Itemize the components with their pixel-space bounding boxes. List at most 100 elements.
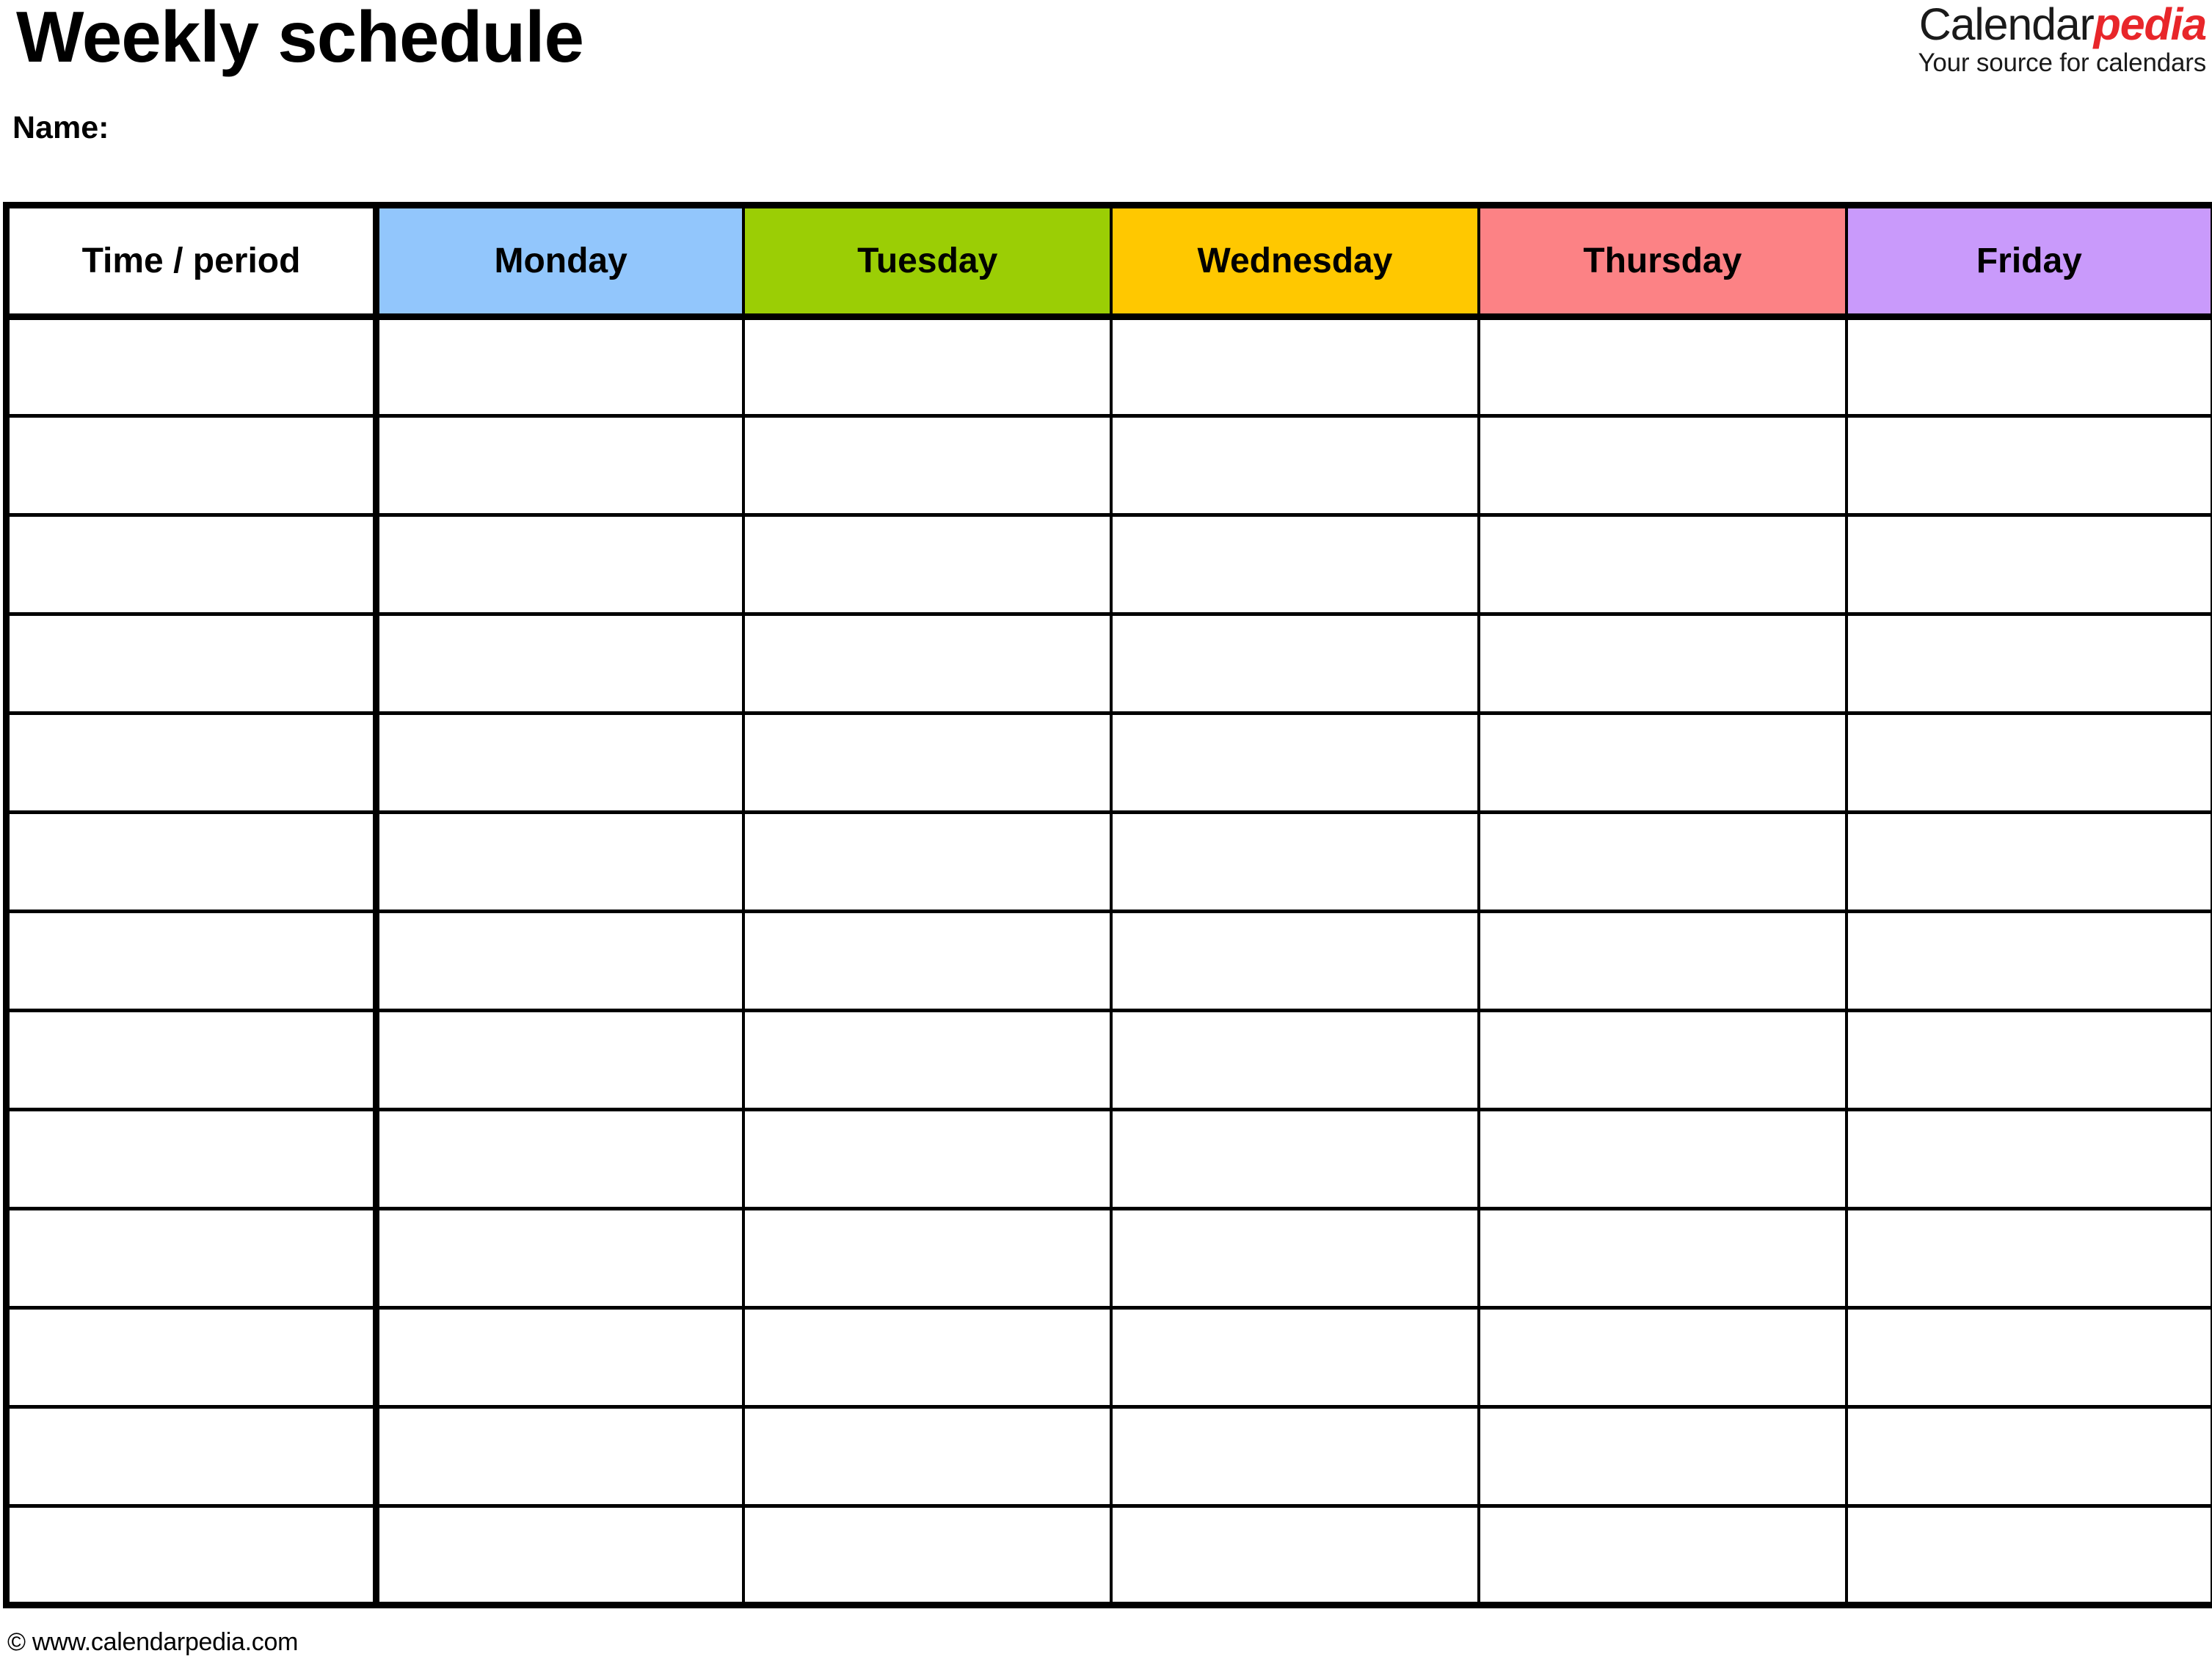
cell-time-row2[interactable] bbox=[3, 415, 379, 517]
cell-time-row10[interactable] bbox=[3, 1208, 379, 1310]
cell-thursday-row6[interactable] bbox=[1477, 812, 1848, 913]
cell-time-row4[interactable] bbox=[3, 614, 379, 715]
page-header: Weekly schedule Name: Calendarpedia Your… bbox=[0, 0, 2212, 202]
cell-wednesday-row7[interactable] bbox=[1110, 911, 1480, 1012]
cell-time-row11[interactable] bbox=[3, 1307, 379, 1409]
cell-monday-row3[interactable] bbox=[374, 515, 746, 616]
brand-word-primary: Calendar bbox=[1918, 0, 2095, 49]
cell-friday-row11[interactable] bbox=[1844, 1307, 2212, 1409]
cell-thursday-row11[interactable] bbox=[1477, 1307, 1848, 1409]
cell-monday-row5[interactable] bbox=[374, 713, 746, 814]
cell-thursday-row2[interactable] bbox=[1477, 415, 1848, 517]
table-row bbox=[3, 316, 2212, 418]
cell-thursday-row4[interactable] bbox=[1477, 614, 1848, 715]
cell-tuesday-row2[interactable] bbox=[742, 415, 1113, 517]
footer-copyright: © www.calendarpedia.com bbox=[7, 1628, 299, 1656]
cell-friday-row1[interactable] bbox=[1844, 316, 2212, 418]
cell-tuesday-row1[interactable] bbox=[742, 316, 1113, 418]
cell-monday-row1[interactable] bbox=[374, 316, 746, 418]
cell-monday-row7[interactable] bbox=[374, 911, 746, 1012]
cell-time-row9[interactable] bbox=[3, 1109, 379, 1210]
cell-monday-row2[interactable] bbox=[374, 415, 746, 517]
cell-tuesday-row4[interactable] bbox=[742, 614, 1113, 715]
column-header-tuesday: Tuesday bbox=[742, 202, 1113, 320]
cell-time-row7[interactable] bbox=[3, 911, 379, 1012]
cell-friday-row8[interactable] bbox=[1844, 1010, 2212, 1111]
cell-wednesday-row5[interactable] bbox=[1110, 713, 1480, 814]
table-row bbox=[3, 1208, 2212, 1310]
cell-monday-row9[interactable] bbox=[374, 1109, 746, 1210]
table-row bbox=[3, 515, 2212, 616]
cell-thursday-row10[interactable] bbox=[1477, 1208, 1848, 1310]
cell-time-row8[interactable] bbox=[3, 1010, 379, 1111]
cell-friday-row5[interactable] bbox=[1844, 713, 2212, 814]
cell-wednesday-row4[interactable] bbox=[1110, 614, 1480, 715]
table-body bbox=[3, 316, 2212, 1608]
cell-wednesday-row2[interactable] bbox=[1110, 415, 1480, 517]
table-row bbox=[3, 415, 2212, 517]
cell-friday-row13[interactable] bbox=[1844, 1506, 2212, 1608]
cell-monday-row13[interactable] bbox=[374, 1506, 746, 1608]
column-header-thursday: Thursday bbox=[1477, 202, 1848, 320]
cell-wednesday-row13[interactable] bbox=[1110, 1506, 1480, 1608]
cell-tuesday-row13[interactable] bbox=[742, 1506, 1113, 1608]
cell-wednesday-row11[interactable] bbox=[1110, 1307, 1480, 1409]
cell-friday-row2[interactable] bbox=[1844, 415, 2212, 517]
column-header-monday: Monday bbox=[374, 202, 746, 320]
cell-thursday-row13[interactable] bbox=[1477, 1506, 1848, 1608]
cell-tuesday-row3[interactable] bbox=[742, 515, 1113, 616]
cell-tuesday-row7[interactable] bbox=[742, 911, 1113, 1012]
page-title: Weekly schedule bbox=[16, 0, 584, 77]
cell-wednesday-row3[interactable] bbox=[1110, 515, 1480, 616]
cell-friday-row4[interactable] bbox=[1844, 614, 2212, 715]
cell-friday-row7[interactable] bbox=[1844, 911, 2212, 1012]
cell-tuesday-row5[interactable] bbox=[742, 713, 1113, 814]
cell-tuesday-row9[interactable] bbox=[742, 1109, 1113, 1210]
cell-wednesday-row9[interactable] bbox=[1110, 1109, 1480, 1210]
cell-wednesday-row8[interactable] bbox=[1110, 1010, 1480, 1111]
brand-word-accent: pedia bbox=[2093, 0, 2208, 49]
table-row bbox=[3, 1406, 2212, 1508]
cell-friday-row3[interactable] bbox=[1844, 515, 2212, 616]
cell-tuesday-row10[interactable] bbox=[742, 1208, 1113, 1310]
cell-monday-row11[interactable] bbox=[374, 1307, 746, 1409]
brand-wordmark: Calendarpedia bbox=[1918, 0, 2208, 49]
cell-time-row5[interactable] bbox=[3, 713, 379, 814]
cell-monday-row10[interactable] bbox=[374, 1208, 746, 1310]
cell-wednesday-row10[interactable] bbox=[1110, 1208, 1480, 1310]
cell-thursday-row8[interactable] bbox=[1477, 1010, 1848, 1111]
cell-thursday-row1[interactable] bbox=[1477, 316, 1848, 418]
cell-monday-row12[interactable] bbox=[374, 1406, 746, 1508]
cell-friday-row10[interactable] bbox=[1844, 1208, 2212, 1310]
cell-monday-row8[interactable] bbox=[374, 1010, 746, 1111]
cell-tuesday-row11[interactable] bbox=[742, 1307, 1113, 1409]
cell-time-row1[interactable] bbox=[3, 316, 379, 418]
cell-thursday-row9[interactable] bbox=[1477, 1109, 1848, 1210]
brand-tagline: Your source for calendars bbox=[1918, 48, 2206, 78]
cell-time-row6[interactable] bbox=[3, 812, 379, 913]
cell-tuesday-row6[interactable] bbox=[742, 812, 1113, 913]
cell-friday-row12[interactable] bbox=[1844, 1406, 2212, 1508]
cell-friday-row9[interactable] bbox=[1844, 1109, 2212, 1210]
cell-friday-row6[interactable] bbox=[1844, 812, 2212, 913]
cell-tuesday-row12[interactable] bbox=[742, 1406, 1113, 1508]
cell-monday-row6[interactable] bbox=[374, 812, 746, 913]
cell-wednesday-row12[interactable] bbox=[1110, 1406, 1480, 1508]
cell-wednesday-row6[interactable] bbox=[1110, 812, 1480, 913]
cell-time-row13[interactable] bbox=[3, 1506, 379, 1608]
cell-time-row12[interactable] bbox=[3, 1406, 379, 1508]
weekly-schedule-table: Time / period Monday Tuesday Wednesday T… bbox=[3, 202, 2212, 1608]
cell-thursday-row12[interactable] bbox=[1477, 1406, 1848, 1508]
name-field-label: Name: bbox=[12, 110, 109, 145]
cell-tuesday-row8[interactable] bbox=[742, 1010, 1113, 1111]
cell-thursday-row3[interactable] bbox=[1477, 515, 1848, 616]
calendarpedia-logo[interactable]: Calendarpedia Your source for calendars bbox=[1918, 0, 2208, 78]
cell-time-row3[interactable] bbox=[3, 515, 379, 616]
column-header-wednesday: Wednesday bbox=[1110, 202, 1480, 320]
column-header-friday: Friday bbox=[1844, 202, 2212, 320]
cell-thursday-row5[interactable] bbox=[1477, 713, 1848, 814]
cell-thursday-row7[interactable] bbox=[1477, 911, 1848, 1012]
cell-monday-row4[interactable] bbox=[374, 614, 746, 715]
table-row bbox=[3, 1109, 2212, 1210]
cell-wednesday-row1[interactable] bbox=[1110, 316, 1480, 418]
